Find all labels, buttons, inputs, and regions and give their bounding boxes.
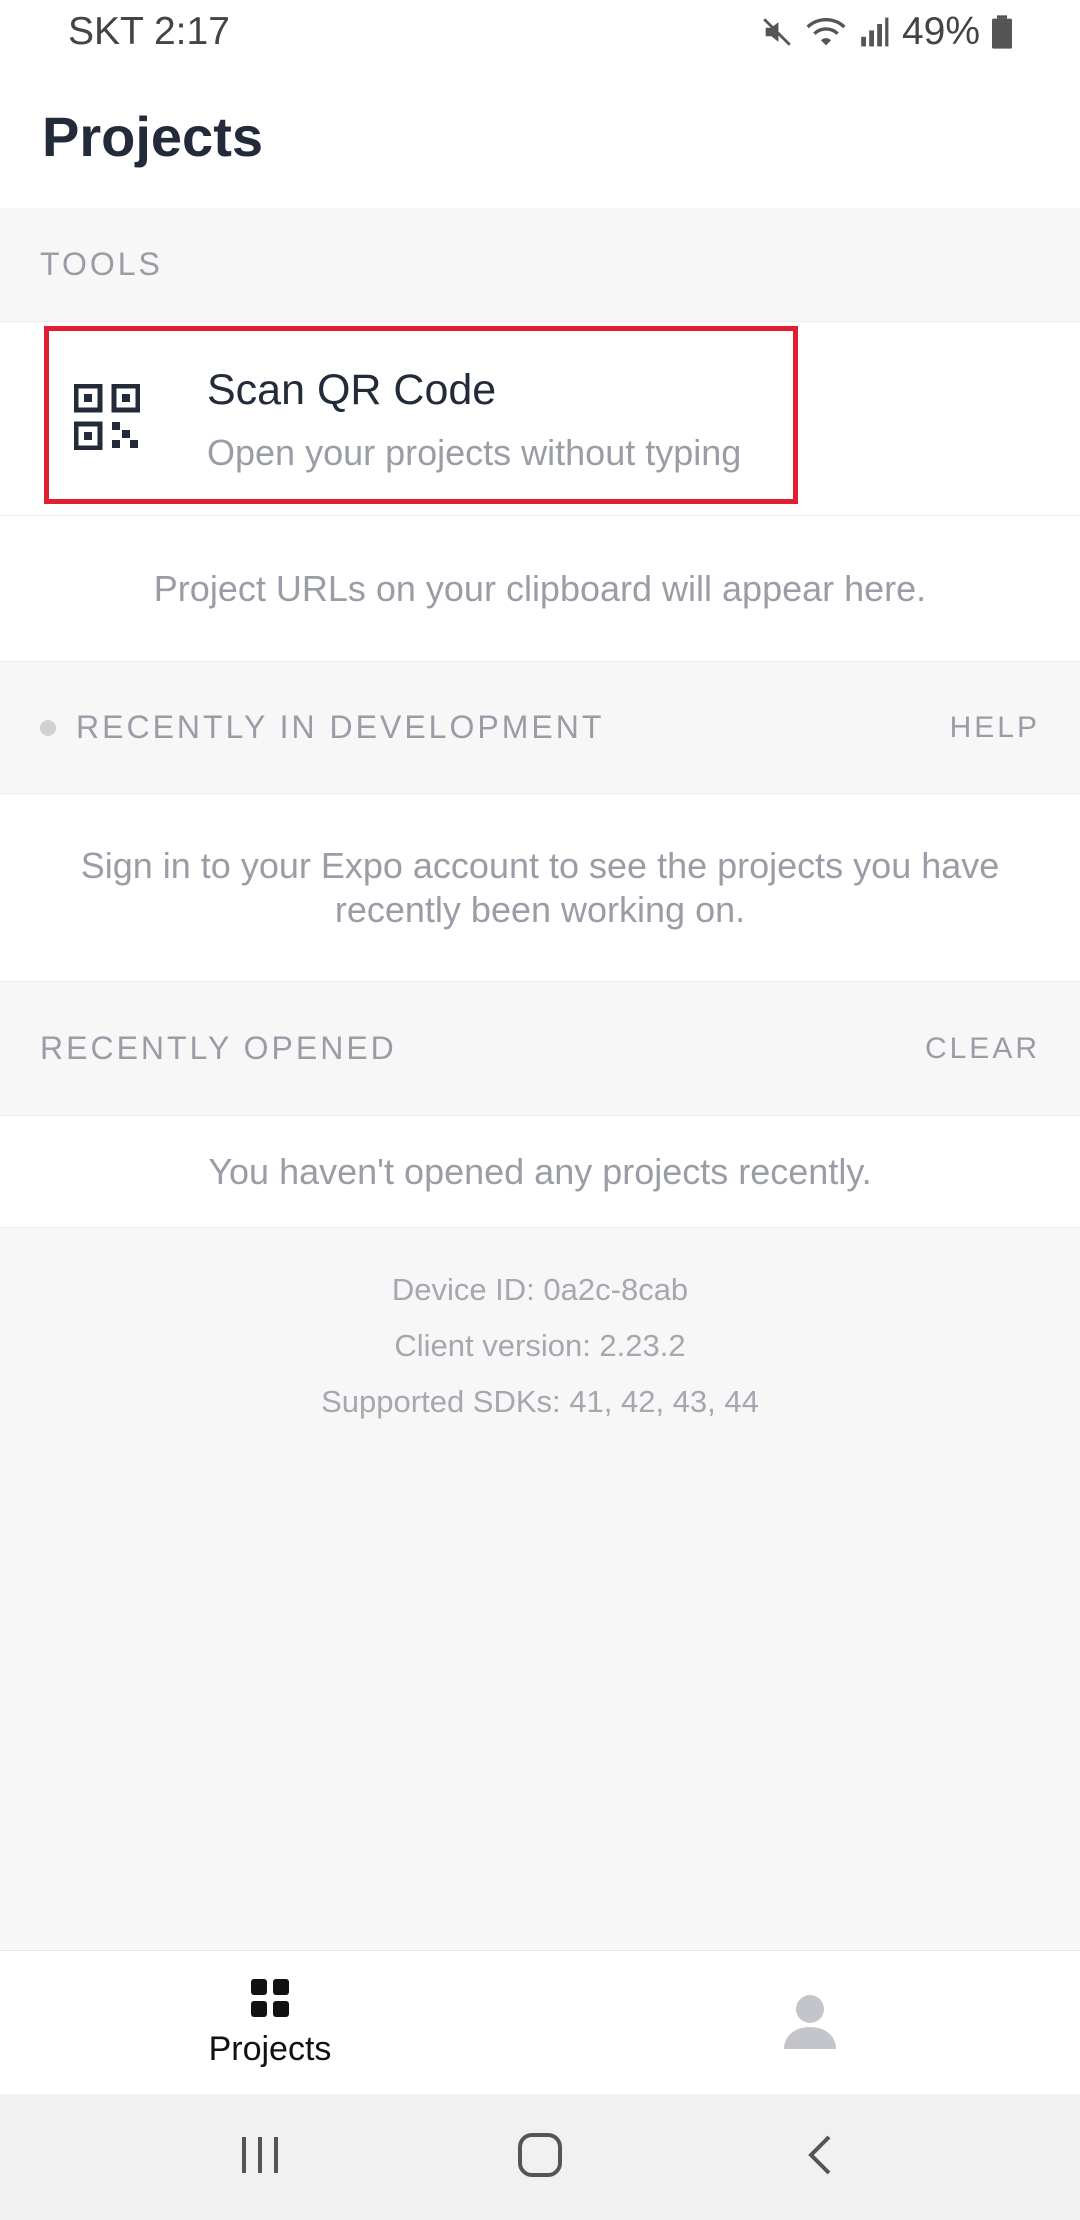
tools-section-header: TOOLS — [0, 208, 1080, 322]
clipboard-note: Project URLs on your clipboard will appe… — [0, 516, 1080, 662]
battery-percent: 49% — [901, 10, 980, 53]
home-button[interactable] — [480, 2107, 600, 2207]
tab-projects[interactable]: Projects — [0, 1951, 540, 2095]
clear-button[interactable]: CLEAR — [925, 1032, 1040, 1066]
tools-section-label: TOOLS — [40, 246, 163, 282]
status-bar: SKT 2:17 49% — [0, 0, 1080, 64]
recent-dev-section-label: RECENTLY IN DEVELOPMENT — [76, 709, 605, 745]
highlight-box — [44, 326, 798, 504]
help-button[interactable]: HELP — [950, 711, 1040, 745]
mute-icon — [760, 15, 794, 49]
device-id: Device ID: 0a2c-8cab — [391, 1272, 689, 1307]
recent-dev-label-group: RECENTLY IN DEVELOPMENT — [40, 709, 604, 746]
tab-profile[interactable] — [540, 1951, 1080, 2095]
clipboard-note-text: Project URLs on your clipboard will appe… — [153, 567, 927, 609]
bottom-tab-bar: Projects — [0, 1950, 1080, 2094]
carrier-time: SKT 2:17 — [68, 10, 230, 53]
page-title: Projects — [42, 104, 263, 168]
supported-sdks: Supported SDKs: 41, 42, 43, 44 — [321, 1384, 759, 1419]
recent-dev-section-header: RECENTLY IN DEVELOPMENT HELP — [0, 662, 1080, 794]
recent-opened-message: You haven't opened any projects recently… — [0, 1116, 1080, 1228]
recent-opened-section-label: RECENTLY OPENED — [40, 1030, 397, 1066]
status-dot-icon — [40, 719, 56, 736]
home-icon — [517, 2132, 563, 2183]
recents-icon — [238, 2135, 282, 2180]
recent-opened-section-header: RECENTLY OPENED CLEAR — [0, 982, 1080, 1116]
grid-icon — [249, 1977, 291, 2024]
back-button[interactable] — [760, 2107, 880, 2207]
signal-icon — [858, 16, 890, 48]
scan-qr-code-item[interactable]: Scan QR Code Open your projects without … — [0, 322, 1080, 516]
back-icon — [805, 2133, 835, 2182]
scan-qr-code-title: Scan QR Code — [207, 366, 497, 414]
sign-in-message: Sign in to your Expo account to see the … — [0, 794, 1080, 982]
scan-qr-code-subtitle: Open your projects without typing — [207, 432, 742, 473]
device-info: Device ID: 0a2c-8cab Client version: 2.2… — [0, 1262, 1080, 1430]
recents-button[interactable] — [200, 2107, 320, 2207]
client-version: Client version: 2.23.2 — [394, 1328, 686, 1363]
tab-projects-label: Projects — [208, 2030, 332, 2068]
battery-icon — [992, 15, 1012, 49]
profile-icon — [780, 1991, 840, 2056]
sign-in-message-text: Sign in to your Expo account to see the … — [80, 844, 1000, 930]
status-icons: 49% — [760, 10, 1012, 54]
recent-opened-message-text: You haven't opened any projects recently… — [208, 1150, 872, 1192]
wifi-icon — [806, 15, 846, 49]
header: Projects — [0, 64, 1080, 208]
qr-code-icon — [73, 383, 141, 455]
system-nav-bar — [0, 2094, 1080, 2220]
